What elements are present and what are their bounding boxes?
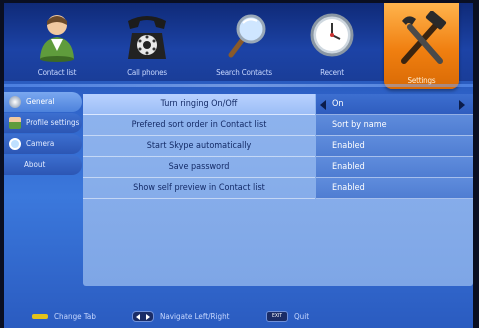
settings-list-panel: Turn ringing On/Off On Prefered sort ord… <box>83 94 473 286</box>
hint-quit: EXIT Quit <box>266 310 309 322</box>
hint-label: Quit <box>294 311 310 321</box>
tab-recent[interactable]: Recent <box>294 3 370 81</box>
setting-name: Save password <box>83 157 315 178</box>
screen-bezel-right <box>473 0 479 328</box>
magnifier-icon <box>228 14 266 58</box>
setting-name: Turn ringing On/Off <box>83 94 315 115</box>
camera-icon <box>9 138 21 150</box>
sidebar-item-general-settings[interactable]: General settings <box>4 92 82 126</box>
key-hint-bar: Change Tab Navigate Left/Right EXIT Quit <box>4 300 473 328</box>
profile-icon <box>9 117 21 129</box>
setting-value-selector[interactable]: On <box>316 94 473 115</box>
sidebar-item-about[interactable]: About <box>4 155 82 175</box>
top-tab-bar: Contact list Call phones Search Contacts <box>4 3 473 89</box>
hint-label: Navigate Left/Right <box>160 311 230 321</box>
sidebar-item-label: About <box>24 160 46 169</box>
setting-value: On <box>332 99 344 109</box>
yellow-key-icon <box>32 313 48 319</box>
setting-name: Show self preview in Contact list <box>83 178 315 199</box>
clock-icon <box>310 13 354 57</box>
setting-value[interactable]: Enabled <box>316 136 473 157</box>
tab-label: Contact list <box>37 68 77 77</box>
tab-search-contacts[interactable]: Search Contacts <box>196 3 292 81</box>
left-right-key-icon <box>132 310 154 322</box>
gear-icon <box>9 96 21 108</box>
setting-name: Start Skype automatically <box>83 136 315 157</box>
hint-label: Change Tab <box>54 311 96 321</box>
person-icon <box>40 15 74 62</box>
sidebar-item-profile-settings[interactable]: Profile settings <box>4 113 82 133</box>
sidebar-item-label: Profile settings <box>26 118 80 127</box>
skype-settings-screen: Contact list Call phones Search Contacts <box>0 0 479 328</box>
tools-icon <box>400 11 446 64</box>
tab-call-phones[interactable]: Call phones <box>104 3 190 81</box>
tab-label: Recent <box>320 68 344 77</box>
tab-bar-divider <box>4 84 473 87</box>
hint-change-tab: Change Tab <box>32 310 96 322</box>
tab-label: Call phones <box>127 68 167 77</box>
setting-row-save-password[interactable]: Save password Enabled <box>83 157 473 178</box>
tab-settings[interactable]: Settings <box>384 3 459 89</box>
settings-sidebar: General settings Profile settings Camera… <box>4 92 82 176</box>
setting-value[interactable]: Enabled <box>316 178 473 199</box>
tab-contact-list[interactable]: Contact list <box>14 3 100 81</box>
hint-navigate: Navigate Left/Right <box>132 310 229 322</box>
exit-key-icon: EXIT <box>266 310 288 322</box>
arrow-left-icon[interactable] <box>320 100 326 110</box>
arrow-right-icon[interactable] <box>459 100 465 110</box>
setting-row-ringing[interactable]: Turn ringing On/Off On <box>83 94 473 115</box>
setting-value[interactable]: Enabled <box>316 157 473 178</box>
tab-label: Search Contacts <box>216 68 272 77</box>
sidebar-item-camera-settings[interactable]: Camera settings <box>4 134 82 168</box>
setting-row-start-skype[interactable]: Start Skype automatically Enabled <box>83 136 473 157</box>
setting-name: Prefered sort order in Contact list <box>83 115 315 136</box>
setting-value[interactable]: Sort by name <box>316 115 473 136</box>
setting-row-self-preview[interactable]: Show self preview in Contact list Enable… <box>83 178 473 199</box>
telephone-icon <box>128 16 166 59</box>
setting-row-sort-order[interactable]: Prefered sort order in Contact list Sort… <box>83 115 473 136</box>
